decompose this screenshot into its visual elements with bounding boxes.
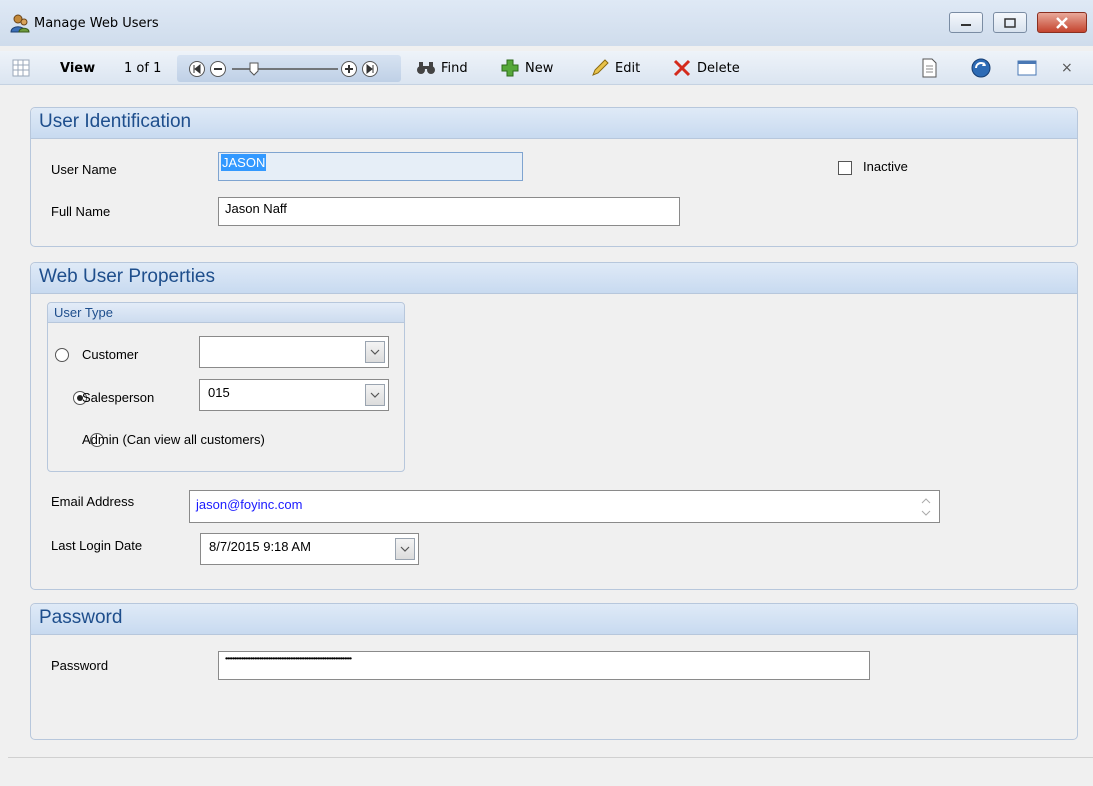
- user-name-label: User Name: [51, 162, 117, 177]
- last-login-label: Last Login Date: [51, 538, 143, 553]
- last-record-icon[interactable]: [361, 60, 379, 78]
- email-address-label: Email Address: [51, 494, 135, 509]
- dropdown-button[interactable]: [365, 341, 385, 363]
- user-icon: [10, 14, 30, 33]
- pencil-icon: [592, 59, 609, 76]
- full-name-input[interactable]: Jason Naff: [218, 197, 680, 226]
- close-icon: [1056, 16, 1068, 29]
- find-label: Find: [441, 60, 468, 76]
- maximize-icon: [1004, 17, 1016, 28]
- plus-icon: [501, 59, 519, 77]
- salesperson-label: Salesperson: [82, 390, 155, 405]
- group-header: Password: [31, 604, 1077, 635]
- delete-x-icon: [673, 59, 691, 77]
- delete-label: Delete: [697, 60, 740, 76]
- scroll-arrows-icon[interactable]: [921, 497, 931, 517]
- refresh-icon[interactable]: [970, 57, 992, 79]
- full-name-label: Full Name: [51, 204, 111, 219]
- status-bar: [8, 757, 1093, 786]
- subgroup-header: User Type: [48, 303, 404, 323]
- customer-dropdown[interactable]: [199, 336, 389, 368]
- grid-icon[interactable]: [12, 59, 30, 77]
- user-name-value: JASON: [221, 154, 267, 171]
- binoculars-icon: [417, 62, 435, 74]
- password-input[interactable]: ••••••••••••••••••••••••••••••••••••••••…: [218, 651, 870, 680]
- document-icon[interactable]: [920, 58, 938, 78]
- maximize-button[interactable]: [993, 12, 1027, 33]
- toolbar-close-button[interactable]: ×: [1061, 51, 1073, 85]
- close-window-button[interactable]: [1037, 12, 1087, 33]
- inactive-checkbox[interactable]: [838, 161, 852, 175]
- chevron-down-icon: [400, 546, 410, 552]
- window-layout-icon[interactable]: [1017, 60, 1037, 76]
- edit-label: Edit: [615, 60, 641, 76]
- salesperson-value: 015: [208, 385, 230, 400]
- user-name-input[interactable]: JASON: [218, 152, 523, 181]
- minimize-button[interactable]: [949, 12, 983, 33]
- admin-label: Admin (Can view all customers): [82, 432, 265, 447]
- title-bar: [0, 0, 1093, 46]
- view-button[interactable]: View: [60, 51, 95, 85]
- email-address-input[interactable]: jason@foyinc.com: [189, 490, 940, 523]
- edit-button[interactable]: Edit: [590, 51, 640, 85]
- chevron-down-icon: [370, 349, 380, 355]
- zoom-out-icon[interactable]: [209, 60, 227, 78]
- record-slider[interactable]: [228, 60, 340, 78]
- zoom-in-icon[interactable]: [340, 60, 358, 78]
- first-record-icon[interactable]: [188, 60, 206, 78]
- chevron-down-icon: [370, 392, 380, 398]
- salesperson-dropdown[interactable]: 015: [199, 379, 389, 411]
- group-header: User Identification: [31, 108, 1077, 139]
- user-identification-group: User Identification: [30, 107, 1078, 247]
- delete-button[interactable]: Delete: [672, 51, 740, 85]
- group-header: Web User Properties: [31, 263, 1077, 294]
- find-button[interactable]: Find: [416, 51, 468, 85]
- last-login-dropdown[interactable]: 8/7/2015 9:18 AM: [200, 533, 419, 565]
- email-value: jason@foyinc.com: [196, 497, 303, 512]
- new-button[interactable]: New: [500, 51, 553, 85]
- inactive-label: Inactive: [863, 159, 908, 174]
- customer-radio[interactable]: [55, 348, 69, 362]
- record-position: 1 of 1: [124, 60, 162, 76]
- window-title: Manage Web Users: [34, 16, 159, 31]
- last-login-value: 8/7/2015 9:18 AM: [209, 539, 311, 554]
- customer-label: Customer: [82, 347, 139, 362]
- minimize-icon: [961, 23, 971, 26]
- date-dropdown-button[interactable]: [395, 538, 415, 560]
- password-label: Password: [51, 658, 109, 673]
- new-label: New: [525, 60, 554, 76]
- dropdown-button[interactable]: [365, 384, 385, 406]
